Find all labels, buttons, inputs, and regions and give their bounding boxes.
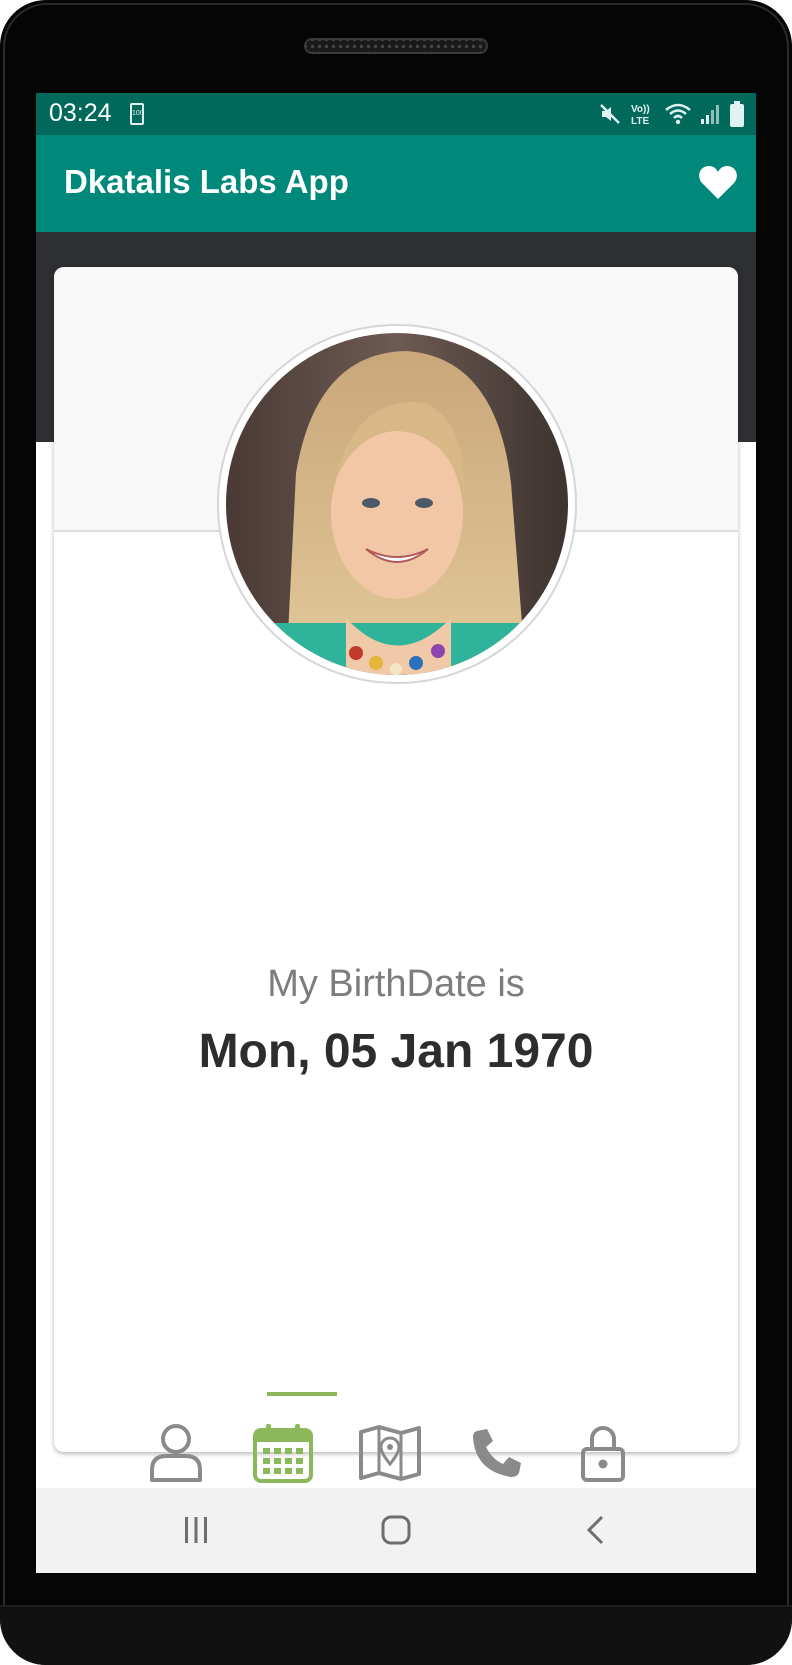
active-tab-indicator <box>267 1392 337 1396</box>
tab-birthdate[interactable] <box>249 1419 317 1487</box>
user-icon <box>150 1424 202 1482</box>
map-icon <box>359 1425 421 1481</box>
volte-icon: Vo)) LTE <box>631 104 650 127</box>
bottom-bezel <box>0 1605 792 1665</box>
recent-apps-icon <box>185 1517 207 1543</box>
svg-text:Vo)): Vo)) <box>631 104 650 115</box>
app-bar: Dkatalis Labs App <box>36 135 756 232</box>
lock-icon <box>581 1426 625 1482</box>
battery-saver-icon: 100 <box>130 103 144 125</box>
back-icon <box>586 1515 604 1545</box>
phone-icon <box>473 1429 521 1477</box>
calendar-icon <box>253 1424 313 1483</box>
screen: 03:24 100 Vo)) LTE Dkatalis Labs App My … <box>36 93 756 1573</box>
phone-frame: 03:24 100 Vo)) LTE Dkatalis Labs App My … <box>0 0 792 1665</box>
tab-address[interactable] <box>356 1419 424 1487</box>
tab-password[interactable] <box>569 1419 637 1487</box>
status-time: 03:24 <box>49 99 112 127</box>
avatar <box>217 324 577 684</box>
favorite-button[interactable] <box>698 165 738 201</box>
mute-icon <box>600 104 620 124</box>
signal-icon <box>701 105 719 124</box>
earpiece-speaker <box>304 38 488 54</box>
system-nav-bar <box>36 1488 756 1573</box>
svg-text:LTE: LTE <box>631 116 649 127</box>
back-button[interactable] <box>566 1508 626 1552</box>
wifi-icon <box>665 103 691 125</box>
status-icons: Vo)) LTE <box>598 101 744 127</box>
avatar-photo <box>226 333 568 675</box>
heart-icon <box>699 166 737 199</box>
info-label: My BirthDate is <box>267 963 525 1005</box>
recent-apps-button[interactable] <box>166 1508 226 1552</box>
home-button[interactable] <box>366 1508 426 1552</box>
status-bar: 03:24 100 Vo)) LTE <box>36 93 756 135</box>
profile-card: My BirthDate is Mon, 05 Jan 1970 <box>54 267 738 1483</box>
battery-icon <box>730 101 744 127</box>
info-value: Mon, 05 Jan 1970 <box>198 1025 594 1078</box>
app-title: Dkatalis Labs App <box>64 163 349 200</box>
tab-name[interactable] <box>142 1419 210 1487</box>
home-icon <box>381 1515 411 1545</box>
tab-phone[interactable] <box>463 1419 531 1487</box>
